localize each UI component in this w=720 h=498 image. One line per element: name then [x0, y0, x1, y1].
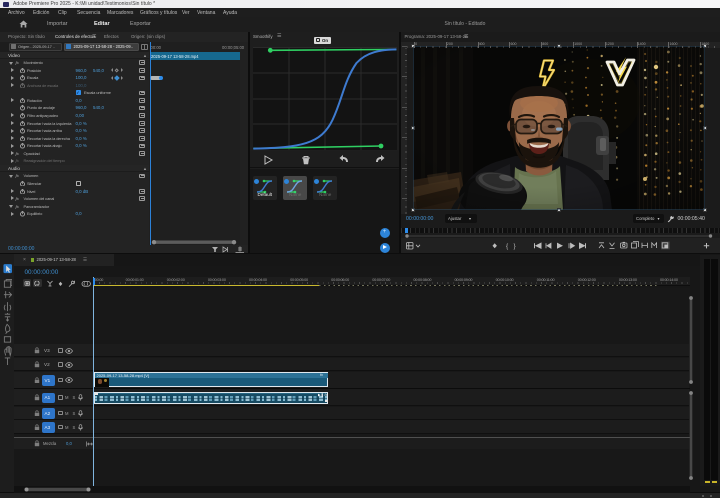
svg-text:}: }	[513, 243, 516, 250]
svg-text:{: {	[506, 243, 509, 250]
